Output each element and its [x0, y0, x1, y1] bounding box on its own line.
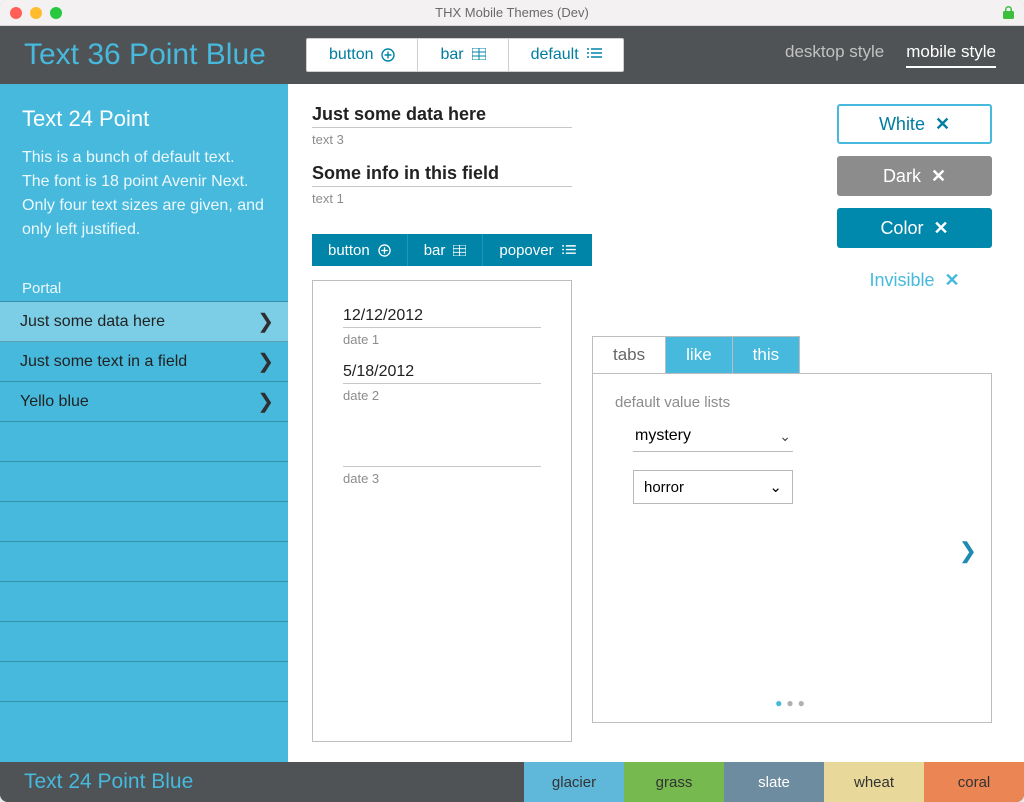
date1-value[interactable]: 12/12/2012 — [343, 307, 541, 328]
field-text1-label: text 1 — [312, 191, 572, 206]
date2-value[interactable]: 5/18/2012 — [343, 363, 541, 384]
portal-row-empty — [0, 542, 288, 582]
swatch-slate[interactable]: slate — [724, 762, 824, 802]
close-icon: ✕ — [935, 114, 950, 135]
header-segmented-control: button bar default — [306, 38, 624, 72]
main-segmented-control: button bar popover — [312, 234, 572, 266]
portal-row-empty — [0, 422, 288, 462]
portal-row[interactable]: Yello blue ❯ — [0, 382, 288, 422]
tab-this[interactable]: this — [732, 336, 800, 373]
close-icon: ✕ — [933, 218, 948, 239]
seg-button-bar[interactable]: bar — [418, 39, 508, 71]
list-icon — [587, 48, 601, 62]
seg2-label: popover — [499, 242, 553, 259]
portal-row-empty — [0, 622, 288, 662]
chevron-right-icon: ❯ — [257, 349, 274, 374]
seg-button-label: button — [329, 46, 373, 64]
dates-panel: 12/12/2012 date 1 5/18/2012 date 2 date … — [312, 280, 572, 742]
portal-row[interactable]: Just some data here ❯ — [0, 302, 288, 342]
valuelist-dropdown[interactable]: horror ⌄ — [633, 470, 793, 504]
lock-icon — [1003, 6, 1014, 19]
portal-row-label: Just some data here — [20, 313, 165, 331]
sidebar-body-text: This is a bunch of default text. The fon… — [22, 146, 266, 242]
portal-row-empty — [0, 502, 288, 542]
plus-circle-icon — [378, 244, 391, 257]
portal-row-label: Just some text in a field — [20, 353, 187, 371]
valuelist-inline[interactable]: mystery ⌄ — [633, 423, 793, 452]
theme-swatches: glacier grass slate wheat coral — [524, 762, 1024, 802]
titlebar: THX Mobile Themes (Dev) — [0, 0, 1024, 26]
swatch-glacier[interactable]: glacier — [524, 762, 624, 802]
page-dots: ●●● — [593, 696, 991, 710]
field-text3-value[interactable]: Just some data here — [312, 104, 572, 128]
tab-like[interactable]: like — [665, 336, 733, 373]
window-title: THX Mobile Themes (Dev) — [0, 5, 1024, 20]
plus-circle-icon — [381, 48, 395, 62]
header-title: Text 36 Point Blue — [0, 38, 288, 72]
close-icon: ✕ — [944, 270, 959, 291]
portal-row[interactable]: Just some text in a field ❯ — [0, 342, 288, 382]
swatch-coral[interactable]: coral — [924, 762, 1024, 802]
valuelist-value: horror — [644, 479, 684, 496]
seg2-label: bar — [424, 242, 446, 259]
date1-label: date 1 — [343, 332, 541, 347]
tabpanel-heading: default value lists — [615, 394, 969, 411]
style-switcher: desktop style mobile style — [785, 42, 1024, 68]
main-right-column: White ✕ Dark ✕ Color ✕ Invisible ✕ — [592, 104, 992, 742]
seg-button-default[interactable]: default — [509, 39, 623, 71]
chip-white[interactable]: White ✕ — [837, 104, 992, 144]
portal-row-empty — [0, 662, 288, 702]
sidebar-heading: Text 24 Point — [22, 106, 266, 132]
sidebar: Text 24 Point This is a bunch of default… — [0, 84, 288, 762]
chevron-down-icon: ⌄ — [779, 428, 791, 445]
field-text1-value[interactable]: Some info in this field — [312, 163, 572, 187]
date3-value[interactable] — [343, 449, 541, 467]
chip-label: Color — [880, 218, 923, 239]
sidebar-section-label: Portal — [0, 280, 288, 302]
chevron-right-icon: ❯ — [257, 309, 274, 334]
chip-color[interactable]: Color ✕ — [837, 208, 992, 248]
footer-title: Text 24 Point Blue — [0, 770, 288, 794]
seg-button-label: default — [531, 46, 579, 64]
chevron-right-icon: ❯ — [257, 389, 274, 414]
date3-label: date 3 — [343, 471, 541, 486]
tab-panel: default value lists mystery ⌄ horror ⌄ ❯… — [592, 373, 992, 723]
chip-label: White — [879, 114, 925, 135]
chip-label: Dark — [883, 166, 921, 187]
seg2-label: button — [328, 242, 370, 259]
chip-dark[interactable]: Dark ✕ — [837, 156, 992, 196]
header-bar: Text 36 Point Blue button bar default — [0, 26, 1024, 84]
portal-row-empty — [0, 462, 288, 502]
portal-row-empty — [0, 582, 288, 622]
chevron-down-icon: ⌄ — [769, 478, 782, 496]
grid-icon — [472, 48, 486, 62]
chip-invisible[interactable]: Invisible ✕ — [837, 260, 992, 300]
valuelist-value: mystery — [635, 427, 691, 445]
main-left-column: Just some data here text 3 Some info in … — [312, 104, 572, 742]
portal-row-label: Yello blue — [20, 393, 89, 411]
footer-bar: Text 24 Point Blue glacier grass slate w… — [0, 762, 1024, 802]
seg2-button-bar[interactable]: bar — [408, 234, 484, 266]
app-window: THX Mobile Themes (Dev) Text 36 Point Bl… — [0, 0, 1024, 802]
link-mobile-style[interactable]: mobile style — [906, 42, 996, 68]
seg2-button-popover[interactable]: popover — [483, 234, 591, 266]
swatch-wheat[interactable]: wheat — [824, 762, 924, 802]
close-icon: ✕ — [931, 166, 946, 187]
main-canvas: Just some data here text 3 Some info in … — [288, 84, 1024, 762]
seg2-button-button[interactable]: button — [312, 234, 408, 266]
list-icon — [562, 245, 576, 255]
link-desktop-style[interactable]: desktop style — [785, 42, 884, 68]
date2-label: date 2 — [343, 388, 541, 403]
tab-tabs[interactable]: tabs — [592, 336, 666, 373]
tabs-widget: tabs like this default value lists myste… — [592, 336, 992, 723]
swatch-grass[interactable]: grass — [624, 762, 724, 802]
seg-button-label: bar — [440, 46, 463, 64]
grid-icon — [453, 245, 466, 256]
next-page-button[interactable]: ❯ — [959, 538, 977, 564]
chip-label: Invisible — [869, 270, 934, 291]
field-text3-label: text 3 — [312, 132, 572, 147]
seg-button-button[interactable]: button — [307, 39, 418, 71]
